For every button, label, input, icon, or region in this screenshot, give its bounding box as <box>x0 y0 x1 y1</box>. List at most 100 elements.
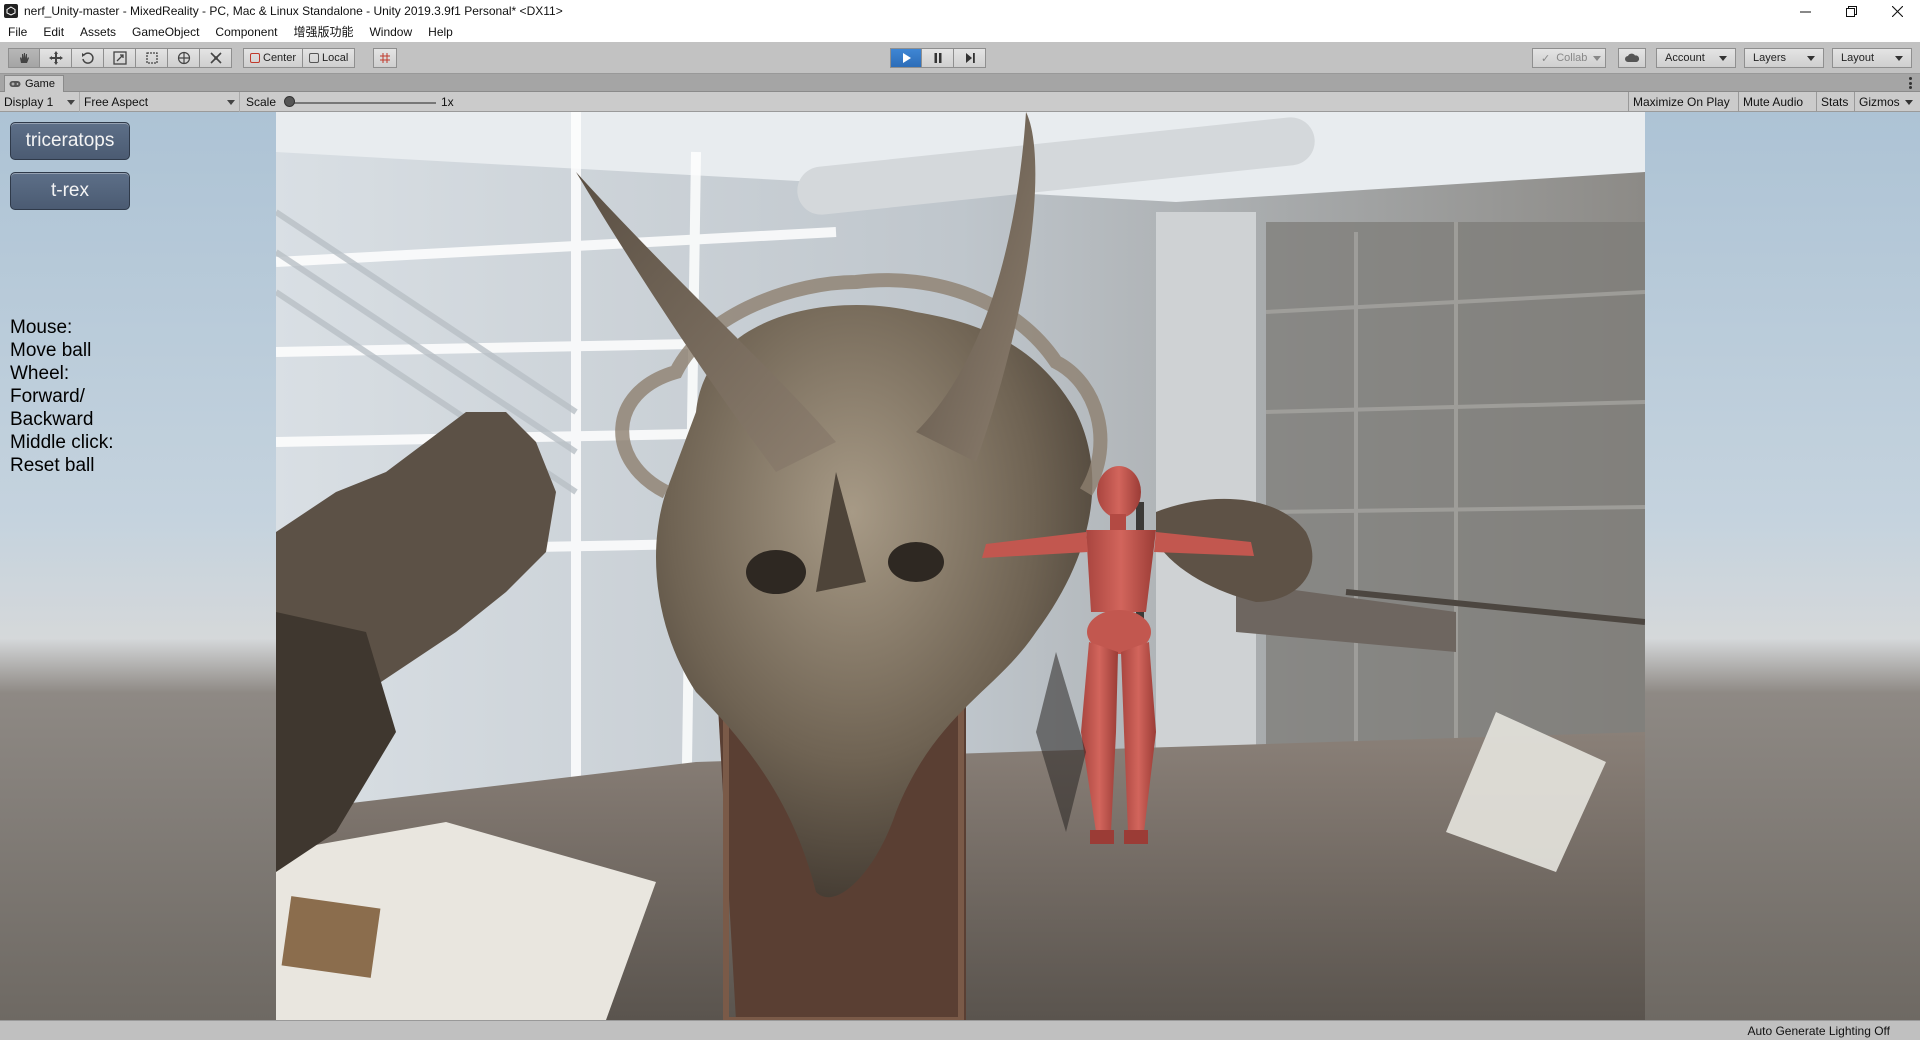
pivot-local-button[interactable]: Local <box>303 48 356 68</box>
chevron-down-icon <box>1719 55 1727 61</box>
menu-edit[interactable]: Edit <box>35 22 72 42</box>
step-icon <box>965 53 975 63</box>
chevron-down-icon <box>1895 55 1903 61</box>
restore-icon <box>1845 5 1857 17</box>
game-viewport[interactable]: triceratops t-rex Mouse: Move ball Wheel… <box>0 112 1920 1020</box>
snap-group <box>373 48 397 68</box>
scale-tool-button[interactable] <box>104 48 136 68</box>
menu-assets[interactable]: Assets <box>72 22 124 42</box>
transform-tools <box>8 48 232 68</box>
gamepad-icon <box>9 81 21 87</box>
layers-group: Layers <box>1744 48 1824 68</box>
cloud-button[interactable] <box>1618 48 1646 68</box>
rect-tool-button[interactable] <box>136 48 168 68</box>
pause-icon <box>934 53 941 63</box>
collab-button[interactable]: ✓ Collab <box>1532 48 1606 68</box>
aspect-label: Free Aspect <box>84 95 149 109</box>
minimize-button[interactable] <box>1782 0 1828 22</box>
window-title: nerf_Unity-master - MixedReality - PC, M… <box>24 4 563 18</box>
close-icon <box>1891 5 1903 17</box>
account-label: Account <box>1665 52 1705 64</box>
maximize-on-play-label: Maximize On Play <box>1633 95 1730 109</box>
tab-game[interactable]: Game <box>4 75 64 92</box>
menu-help[interactable]: Help <box>420 22 461 42</box>
pivot-center-label: Center <box>263 52 297 64</box>
hand-tool-button[interactable] <box>8 48 40 68</box>
tab-game-label: Game <box>25 78 55 90</box>
scale-value: 1x <box>441 95 454 109</box>
nerf-scene-render <box>276 112 1645 1020</box>
custom-tool-icon <box>209 52 222 64</box>
trex-button[interactable]: t-rex <box>10 172 130 210</box>
controls-help-text: Mouse: Move ball Wheel: Forward/ Backwar… <box>10 317 114 476</box>
layout-dropdown[interactable]: Layout <box>1832 48 1912 68</box>
chevron-down-icon <box>67 99 75 105</box>
pivot-center-icon <box>250 53 260 63</box>
maximize-on-play-toggle[interactable]: Maximize On Play <box>1628 92 1738 112</box>
stats-label: Stats <box>1821 95 1849 109</box>
scale-label: Scale <box>246 95 277 109</box>
tab-menu-button[interactable] <box>1909 77 1912 89</box>
transform-icon <box>177 51 190 65</box>
triceratops-button[interactable]: triceratops <box>10 122 130 160</box>
mute-audio-label: Mute Audio <box>1743 95 1804 109</box>
chevron-down-icon <box>1593 55 1602 61</box>
pivot-local-label: Local <box>322 52 349 64</box>
tab-strip: Game <box>0 74 1920 92</box>
chevron-down-icon <box>1904 99 1913 105</box>
mute-audio-toggle[interactable]: Mute Audio <box>1738 92 1816 112</box>
collab-group: ✓ Collab <box>1532 48 1606 68</box>
account-group: Account <box>1656 48 1736 68</box>
lighting-status: Auto Generate Lighting Off <box>1747 1024 1890 1038</box>
rect-icon <box>145 52 158 64</box>
menu-bar: File Edit Assets GameObject Component 增强… <box>0 22 1920 42</box>
minimize-icon <box>1799 11 1811 12</box>
unity-logo-icon <box>4 4 18 18</box>
stats-toggle[interactable]: Stats <box>1816 92 1854 112</box>
transform-tool-button[interactable] <box>168 48 200 68</box>
playback-controls <box>890 48 986 68</box>
account-dropdown[interactable]: Account <box>1656 48 1736 68</box>
layout-label: Layout <box>1841 52 1875 64</box>
game-view-toolbar: Display 1 Free Aspect Scale 1x Maximize … <box>0 92 1920 112</box>
hand-icon <box>20 53 29 63</box>
scale-icon <box>112 51 127 65</box>
menu-component[interactable]: Component <box>207 22 285 42</box>
pivot-center-button[interactable]: Center <box>243 48 304 68</box>
custom-tool-button[interactable] <box>200 48 232 68</box>
menu-file[interactable]: File <box>0 22 35 42</box>
pause-button[interactable] <box>922 48 954 68</box>
status-bar: Auto Generate Lighting Off <box>0 1020 1920 1040</box>
gizmos-label: Gizmos <box>1859 95 1900 109</box>
chevron-down-icon <box>227 99 235 105</box>
move-tool-button[interactable] <box>40 48 72 68</box>
restore-button[interactable] <box>1828 0 1874 22</box>
step-button[interactable] <box>954 48 986 68</box>
layout-group: Layout <box>1832 48 1912 68</box>
rotate-tool-button[interactable] <box>72 48 104 68</box>
main-toolbar: Center Local ✓ Collab Account Layers Lay… <box>0 42 1920 74</box>
play-button[interactable] <box>890 48 922 68</box>
display-dropdown[interactable]: Display 1 <box>0 92 80 112</box>
collab-label: Collab <box>1556 52 1588 64</box>
menu-gameobject[interactable]: GameObject <box>124 22 207 42</box>
move-icon <box>48 51 63 65</box>
cloud-group <box>1618 48 1646 68</box>
collab-check-icon: ✓ <box>1541 52 1551 65</box>
layers-dropdown[interactable]: Layers <box>1744 48 1824 68</box>
gizmos-dropdown[interactable]: Gizmos <box>1854 92 1920 112</box>
grid-snap-icon <box>380 53 390 63</box>
cloud-icon <box>1625 53 1640 62</box>
close-button[interactable] <box>1874 0 1920 22</box>
scale-slider-track[interactable] <box>288 102 436 104</box>
pivot-local-icon <box>309 53 320 63</box>
pivot-group: Center Local <box>243 48 356 68</box>
menu-window[interactable]: Window <box>361 22 420 42</box>
aspect-dropdown[interactable]: Free Aspect <box>80 92 240 112</box>
title-bar: nerf_Unity-master - MixedReality - PC, M… <box>0 0 1920 22</box>
scale-slider-handle[interactable] <box>284 96 295 107</box>
grid-snap-button[interactable] <box>373 48 397 68</box>
menu-enhanced-features[interactable]: 增强版功能 <box>285 22 361 42</box>
play-icon <box>903 53 911 63</box>
display-label: Display 1 <box>4 95 54 109</box>
